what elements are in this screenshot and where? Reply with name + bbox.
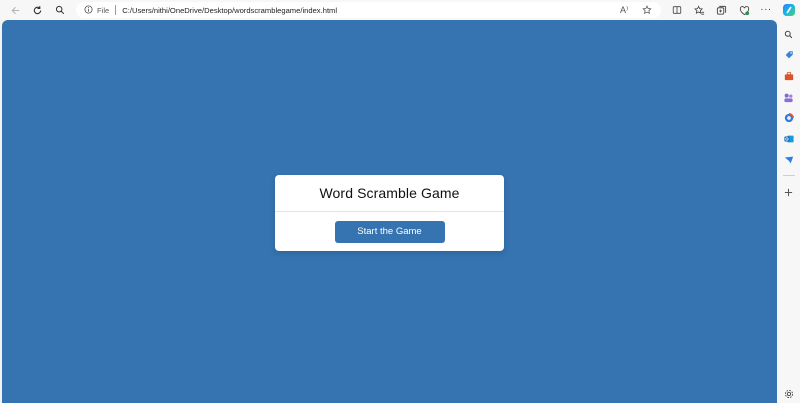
copilot-icon[interactable] bbox=[780, 1, 798, 19]
outlook-icon[interactable] bbox=[782, 132, 796, 146]
address-divider bbox=[115, 5, 117, 15]
sidebar-divider bbox=[782, 175, 795, 176]
browser-essentials-icon[interactable] bbox=[735, 1, 753, 19]
page-viewport: Word Scramble Game Start the Game bbox=[2, 20, 777, 403]
card-body: Start the Game bbox=[275, 212, 504, 251]
office-icon[interactable] bbox=[782, 111, 796, 125]
favorite-star-icon[interactable] bbox=[642, 2, 652, 18]
browser-sidebar bbox=[777, 20, 800, 403]
info-icon[interactable] bbox=[84, 4, 93, 16]
search-icon[interactable] bbox=[51, 1, 69, 19]
more-icon[interactable]: ··· bbox=[757, 1, 775, 19]
address-bar[interactable]: File C:/Users/nithi/OneDrive/Desktop/wor… bbox=[76, 2, 661, 18]
file-label: File bbox=[97, 5, 110, 15]
sidebar-search-icon[interactable] bbox=[782, 27, 796, 41]
split-screen-icon[interactable] bbox=[668, 1, 686, 19]
games-icon[interactable] bbox=[782, 90, 796, 104]
read-aloud-icon[interactable]: A⁾ bbox=[620, 2, 628, 18]
start-game-button[interactable]: Start the Game bbox=[334, 220, 445, 243]
add-icon[interactable] bbox=[782, 185, 796, 199]
favorites-icon[interactable] bbox=[690, 1, 708, 19]
browser-toolbar: File C:/Users/nithi/OneDrive/Desktop/wor… bbox=[0, 0, 800, 20]
collections-icon[interactable] bbox=[712, 1, 730, 19]
game-card: Word Scramble Game Start the Game bbox=[275, 175, 504, 251]
settings-icon[interactable] bbox=[782, 387, 796, 401]
url-text[interactable]: C:/Users/nithi/OneDrive/Desktop/wordscra… bbox=[122, 6, 337, 15]
back-icon[interactable] bbox=[6, 1, 24, 19]
shopping-tag-icon[interactable] bbox=[782, 48, 796, 62]
refresh-icon[interactable] bbox=[28, 1, 46, 19]
drop-icon[interactable] bbox=[782, 153, 796, 167]
game-title: Word Scramble Game bbox=[275, 175, 504, 212]
tools-icon[interactable] bbox=[782, 69, 796, 83]
